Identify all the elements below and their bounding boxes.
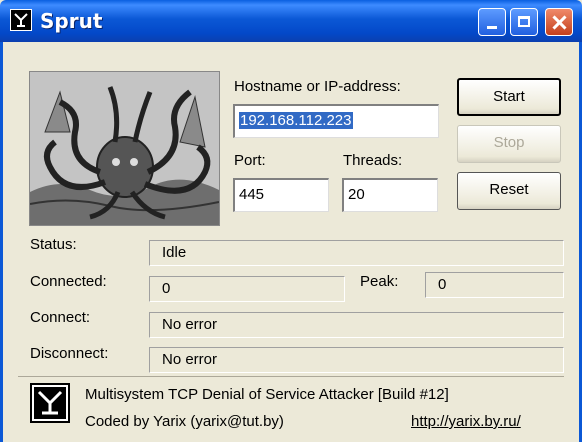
status-value: Idle: [149, 240, 564, 266]
threads-input[interactable]: 20: [342, 178, 438, 212]
app-logo-icon[interactable]: [10, 9, 32, 31]
window-title: Sprut: [40, 9, 103, 33]
hostname-label: Hostname or IP-address:: [234, 78, 401, 95]
port-label: Port:: [234, 152, 266, 169]
peak-value: 0: [425, 272, 564, 298]
connected-value: 0: [149, 276, 345, 302]
sprut-window: Sprut Hostname or IP-address: 192.168.11…: [0, 0, 582, 442]
author-website-link[interactable]: http://yarix.by.ru/: [411, 413, 521, 430]
kraken-logo-icon: [30, 383, 70, 423]
status-label: Status:: [30, 236, 77, 253]
connect-label: Connect:: [30, 309, 91, 326]
footer-description: Multisystem TCP Denial of Service Attack…: [85, 386, 449, 403]
connect-value: No error: [149, 312, 564, 338]
stop-button[interactable]: Stop: [457, 125, 561, 163]
start-button[interactable]: Start: [457, 78, 561, 116]
close-button[interactable]: [545, 8, 573, 36]
maximize-button[interactable]: [510, 8, 538, 36]
hostname-input[interactable]: 192.168.112.223: [233, 104, 439, 138]
kraken-illustration: [29, 71, 220, 226]
peak-label: Peak:: [360, 273, 399, 290]
connected-label: Connected:: [30, 273, 107, 290]
footer-divider: [18, 376, 564, 377]
reset-button[interactable]: Reset: [457, 172, 561, 210]
threads-label: Threads:: [343, 152, 403, 169]
disconnect-value: No error: [149, 347, 564, 373]
port-input[interactable]: 445: [233, 178, 329, 212]
title-bar[interactable]: Sprut: [0, 0, 582, 42]
footer-author: Coded by Yarix (yarix@tut.by): [85, 413, 284, 430]
disconnect-label: Disconnect:: [30, 345, 109, 362]
minimize-button[interactable]: [478, 8, 506, 36]
hostname-value: 192.168.112.223: [239, 112, 353, 129]
window-border-left: [0, 42, 3, 442]
